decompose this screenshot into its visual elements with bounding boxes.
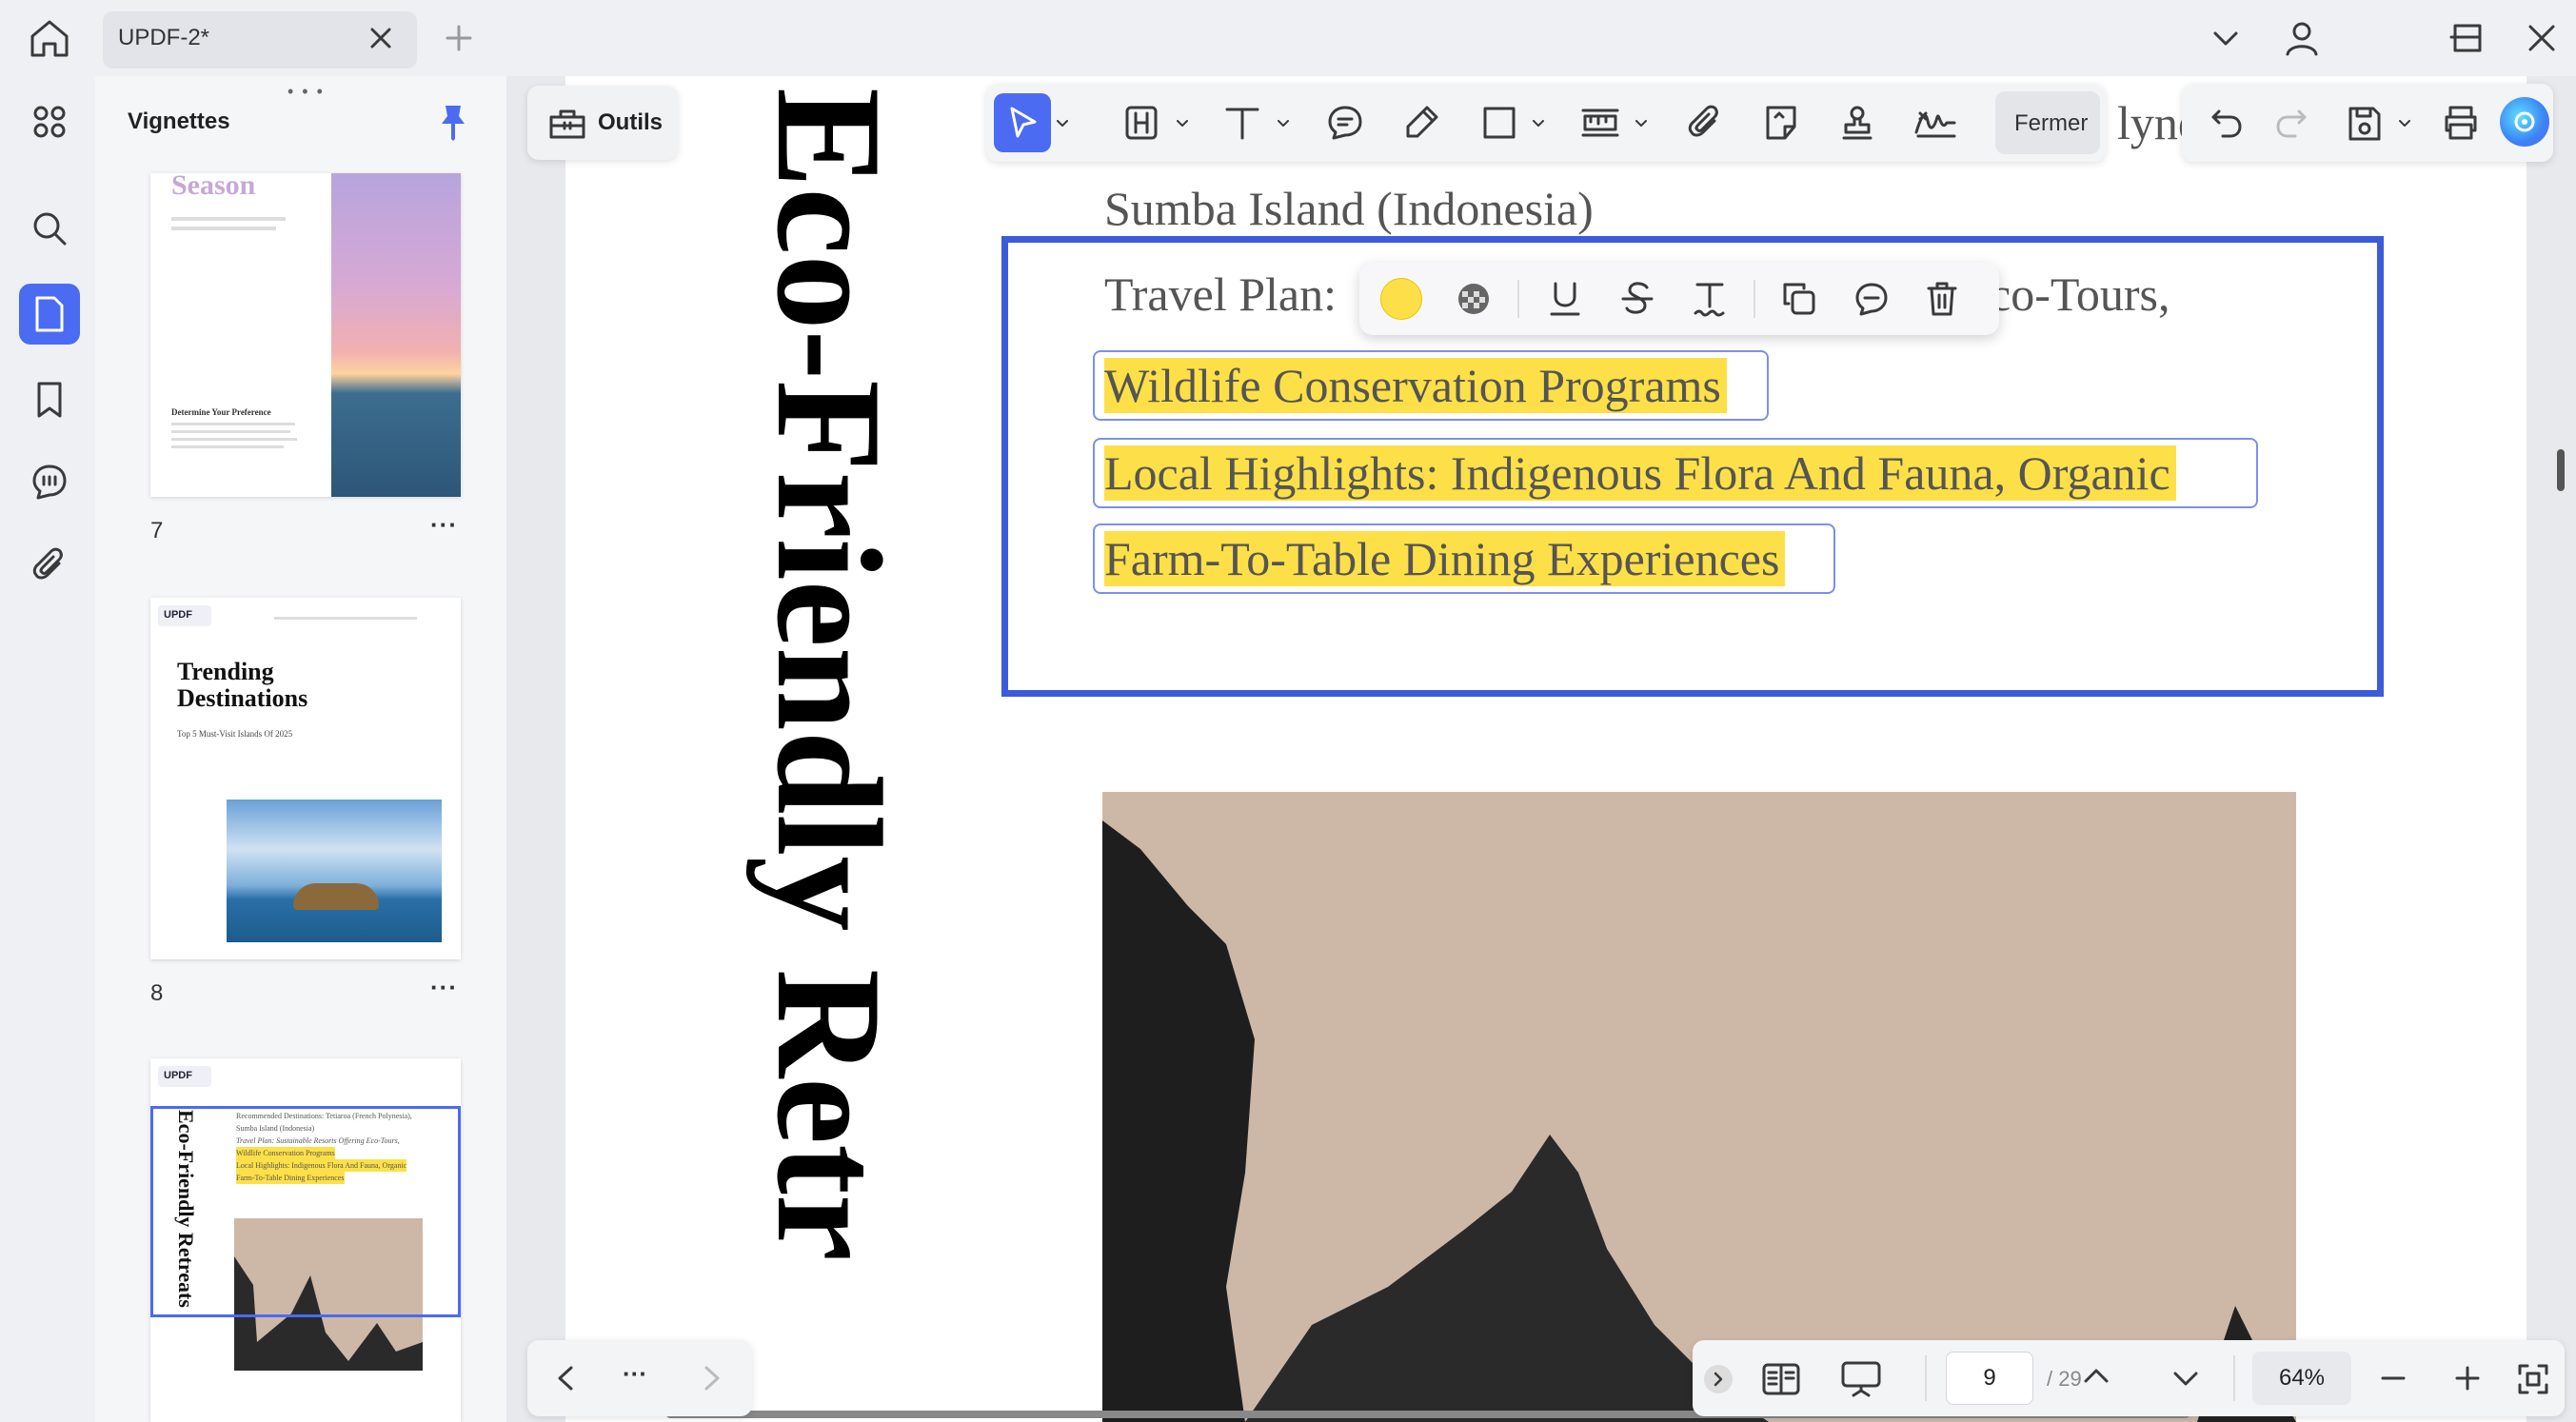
save-icon[interactable] — [2344, 103, 2386, 145]
chevron-down-icon — [1635, 120, 1647, 127]
thumbnail-page-7[interactable]: Season Determine Your Preference — [150, 173, 461, 497]
sunset-ocean-image — [331, 173, 461, 497]
redo-icon[interactable] — [2271, 103, 2311, 143]
page-number-8: 8 — [150, 980, 164, 1006]
tab-title: UPDF-2* — [118, 25, 210, 50]
thumb-subtitle: Top 5 Must-Visit Islands Of 2025 — [177, 729, 293, 739]
more-options-icon[interactable]: ··· — [430, 510, 458, 540]
new-tab-icon[interactable] — [444, 23, 474, 53]
thumbnail-page-8[interactable]: UPDF Trending Destinations Top 5 Must-Vi… — [150, 598, 461, 959]
pin-icon[interactable] — [438, 103, 468, 141]
chevron-down-icon — [1533, 120, 1544, 127]
more-icon[interactable]: ··· — [623, 1359, 647, 1389]
squiggly-text-icon[interactable] — [1689, 278, 1731, 320]
thumb-heading-1: Trending — [177, 658, 274, 685]
stamp-tool-icon[interactable] — [1835, 101, 1879, 145]
current-page-indicator — [150, 1106, 461, 1317]
thumb-heading: Season — [171, 173, 256, 201]
panel-title: Vignettes — [128, 109, 230, 134]
comment-tool-icon[interactable] — [1323, 101, 1367, 145]
updf-logo: UPDF — [164, 609, 192, 621]
chevron-down-icon — [2399, 120, 2410, 127]
color-picker-button[interactable] — [1378, 276, 1424, 322]
two-page-view-icon[interactable] — [1759, 1357, 1803, 1401]
strikethrough-icon[interactable] — [1616, 278, 1658, 320]
right-toolbar — [2182, 84, 2553, 162]
highlight-context-toolbar — [1359, 263, 1999, 335]
highlight-tool-icon[interactable] — [1120, 101, 1163, 145]
toolbox-icon — [548, 105, 586, 141]
updf-logo: UPDF — [164, 1070, 192, 1081]
thumb-heading-2: Destinations — [177, 684, 308, 712]
rock-photo[interactable] — [1102, 792, 2296, 1422]
underline-icon[interactable] — [1544, 278, 1586, 320]
chevron-down-icon[interactable] — [2167, 1359, 2205, 1397]
attach-tool-icon[interactable] — [1683, 101, 1727, 145]
sticker-tool-icon[interactable] — [1759, 101, 1803, 145]
signature-tool-icon[interactable] — [1912, 101, 1959, 145]
chevron-down-icon — [1177, 120, 1188, 127]
prev-page-icon[interactable] — [546, 1359, 585, 1397]
chevron-down-icon — [1057, 120, 1068, 127]
fit-page-icon[interactable] — [2513, 1359, 2553, 1399]
text-tool-icon[interactable] — [1220, 101, 1264, 145]
close-label: Fermer — [2014, 110, 2089, 136]
attachment-icon[interactable] — [19, 535, 80, 596]
chevron-down-icon — [1278, 120, 1289, 127]
doc-line-1[interactable]: Sumba Island (Indonesia) — [1104, 181, 1594, 236]
close-tab-icon[interactable] — [367, 25, 394, 51]
highlight-text-2: Local Highlights: Indigenous Flora And F… — [1104, 445, 2176, 501]
expand-icon[interactable] — [1704, 1365, 1733, 1393]
panel-resize-handle[interactable]: • • • — [287, 82, 325, 102]
zoom-in-icon[interactable] — [2448, 1359, 2487, 1397]
thumb-subheading: Determine Your Preference — [171, 407, 271, 417]
shape-tool-icon[interactable] — [1477, 101, 1521, 145]
search-icon[interactable] — [19, 198, 80, 259]
tools-label: Outils — [598, 109, 664, 135]
comments-icon[interactable] — [19, 451, 80, 512]
thumb-text-line — [171, 227, 276, 230]
select-tool-button[interactable] — [994, 93, 1051, 152]
zoom-level: 64% — [2278, 1365, 2326, 1391]
comment-icon[interactable] — [1851, 278, 1892, 320]
next-page-icon[interactable] — [693, 1359, 731, 1397]
ai-assistant-icon[interactable] — [2500, 97, 2549, 147]
thumbnails-page-icon[interactable] — [19, 284, 80, 345]
presentation-icon[interactable] — [1837, 1357, 1885, 1401]
current-page: 9 — [1983, 1365, 1996, 1391]
close-window-icon[interactable] — [2526, 23, 2557, 53]
annotation-toolbar: Fermer — [986, 84, 2106, 162]
thumb-text-line — [171, 217, 286, 221]
highlight-text-1: Wildlife Conservation Programs — [1104, 358, 1727, 413]
page-controls-bar: 9 / 29 64% — [1693, 1340, 2565, 1416]
page-nav-pill: ··· — [527, 1340, 752, 1416]
chevron-down-icon[interactable] — [2210, 25, 2241, 51]
copy-icon[interactable] — [1778, 278, 1820, 320]
highlight-text-3: Farm-To-Table Dining Experiences — [1104, 531, 1786, 586]
measure-tool-icon[interactable] — [1576, 101, 1624, 145]
undo-icon[interactable] — [2207, 103, 2247, 143]
pen-tool-icon[interactable] — [1399, 101, 1443, 145]
chevron-up-icon[interactable] — [2077, 1357, 2115, 1395]
opacity-icon[interactable] — [1453, 278, 1495, 320]
maximize-square-icon[interactable] — [2452, 23, 2483, 53]
account-icon[interactable] — [2283, 19, 2321, 57]
left-rail — [0, 76, 95, 1422]
island-image — [227, 800, 442, 942]
page-number-7: 7 — [150, 518, 164, 543]
vertical-scrollbar-thumb[interactable] — [2557, 449, 2565, 491]
zoom-out-icon[interactable] — [2374, 1359, 2412, 1397]
more-options-icon[interactable]: ··· — [430, 973, 458, 1002]
bookmark-icon[interactable] — [19, 369, 80, 430]
grid-icon[interactable] — [19, 91, 80, 152]
print-icon[interactable] — [2439, 101, 2483, 145]
tools-button[interactable]: Outils — [527, 86, 678, 160]
vertical-title[interactable]: Eco-Friendly Retr — [733, 88, 923, 1422]
delete-icon[interactable] — [1921, 278, 1963, 320]
home-icon[interactable] — [27, 17, 72, 59]
